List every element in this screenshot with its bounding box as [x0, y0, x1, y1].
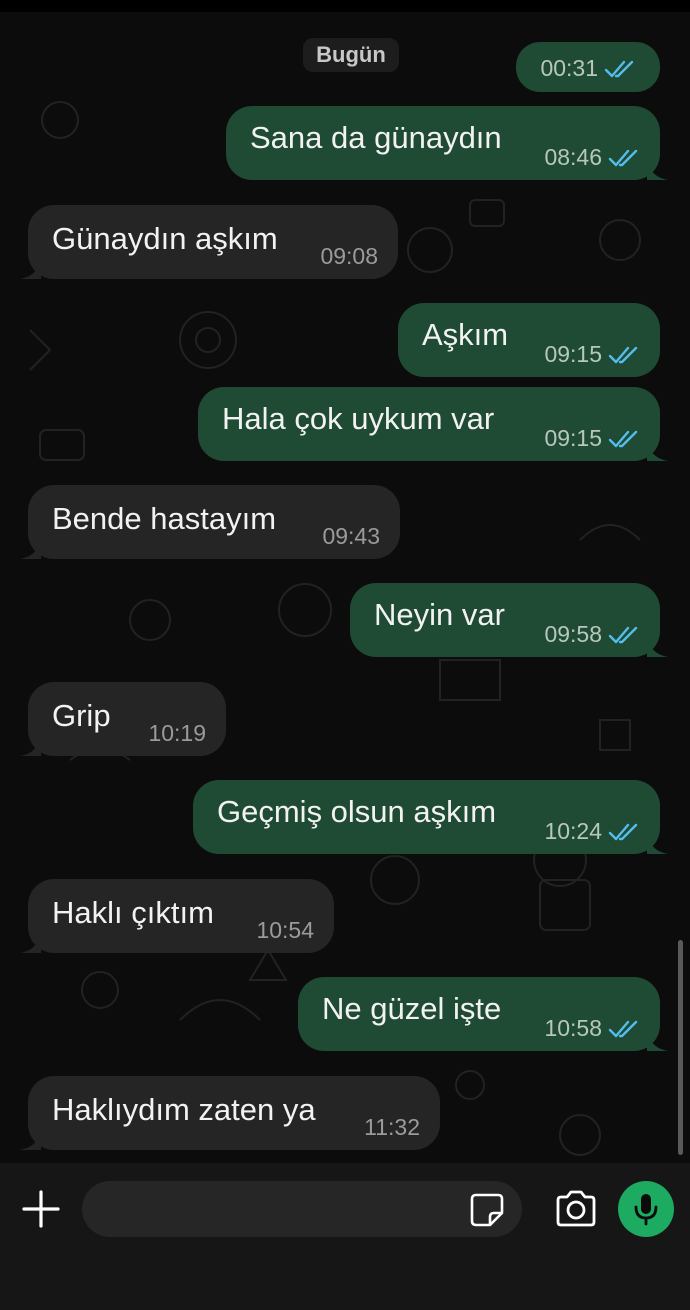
- double-check-read-icon: [604, 60, 634, 77]
- double-check-read-icon: [608, 430, 638, 447]
- message-text: Hala çok uykum var: [222, 401, 495, 436]
- double-check-read-icon: [608, 346, 638, 363]
- message-text: Neyin var: [374, 597, 505, 632]
- microphone-icon: [634, 1194, 658, 1226]
- message-bubble-incoming[interactable]: Bende hastayım 09:43: [19, 485, 400, 559]
- double-check-read-icon: [608, 823, 638, 840]
- message-bubble-incoming[interactable]: Haklı çıktım 10:54: [19, 879, 334, 953]
- message-meta: 09:15: [544, 341, 640, 368]
- bubble-tail: [647, 1031, 669, 1051]
- message-time: 09:08: [320, 243, 378, 269]
- message-meta: 09:15: [544, 425, 640, 452]
- message-time: 11:32: [364, 1114, 420, 1140]
- bubble-tail: [19, 539, 41, 559]
- message-bubble-outgoing[interactable]: Hala çok uykum var 09:15: [198, 387, 669, 461]
- message-text: Ne güzel işte: [322, 991, 502, 1026]
- message-bubble-outgoing[interactable]: 00:31: [516, 42, 660, 92]
- message-meta: 10:58: [544, 1015, 640, 1042]
- message-text: Bende hastayım: [52, 501, 277, 536]
- message-time: 10:19: [148, 720, 206, 746]
- message-time: 10:54: [256, 917, 314, 943]
- bubble-tail: [19, 933, 41, 953]
- message-text: Aşkım: [422, 317, 509, 352]
- message-text: Haklı çıktım: [52, 895, 214, 930]
- message-time: 09:15: [544, 425, 602, 451]
- message-time: 09:15: [544, 341, 602, 367]
- chat-scrollbar[interactable]: [678, 940, 683, 1155]
- message-time: 08:46: [544, 144, 602, 170]
- voice-message-button[interactable]: [618, 1181, 674, 1237]
- bubble-tail: [647, 637, 669, 657]
- message-text: Haklıydım zaten ya: [52, 1092, 316, 1127]
- message-meta: 00:31: [540, 55, 636, 82]
- double-check-read-icon: [608, 626, 638, 643]
- date-separator: Bugün: [303, 38, 399, 72]
- message-meta: 09:08: [320, 243, 378, 270]
- bubble-tail: [647, 834, 669, 854]
- message-time: 09:58: [544, 621, 602, 647]
- message-bubble-outgoing[interactable]: Geçmiş olsun aşkım 10:24: [193, 780, 669, 854]
- message-meta: 11:32: [364, 1114, 420, 1141]
- double-check-read-icon: [608, 149, 638, 166]
- message-bubble-outgoing[interactable]: Sana da günaydın 08:46: [226, 106, 669, 180]
- message-bubble-incoming[interactable]: Haklıydım zaten ya 11:32: [19, 1076, 440, 1150]
- message-text: Günaydın aşkım: [52, 221, 278, 256]
- plus-icon[interactable]: [20, 1188, 62, 1230]
- bubble-tail: [647, 160, 669, 180]
- bubble-tail: [647, 441, 669, 461]
- bubble-tail: [19, 1130, 41, 1150]
- message-time: 09:43: [322, 523, 380, 549]
- double-check-read-icon: [608, 1020, 638, 1037]
- sticker-icon[interactable]: [468, 1191, 506, 1229]
- message-composer: [0, 1163, 690, 1310]
- bubble-tail: [19, 259, 41, 279]
- message-input[interactable]: [82, 1181, 522, 1237]
- message-text: Geçmiş olsun aşkım: [217, 794, 497, 829]
- message-bubble-outgoing[interactable]: Aşkım 09:15: [398, 303, 660, 377]
- message-time: 00:31: [540, 55, 598, 81]
- message-bubble-outgoing[interactable]: Neyin var 09:58: [350, 583, 669, 657]
- message-time: 10:24: [544, 818, 602, 844]
- message-bubble-incoming[interactable]: Günaydın aşkım 09:08: [19, 205, 398, 279]
- message-bubble-incoming[interactable]: Grip 10:19: [19, 682, 226, 756]
- message-text: Sana da günaydın: [250, 120, 502, 155]
- message-meta: 09:43: [322, 523, 380, 550]
- message-meta: 08:46: [544, 144, 640, 171]
- message-meta: 10:19: [148, 720, 206, 747]
- camera-icon[interactable]: [553, 1188, 599, 1230]
- message-bubble-outgoing[interactable]: Ne güzel işte 10:58: [298, 977, 669, 1051]
- message-meta: 09:58: [544, 621, 640, 648]
- message-time: 10:58: [544, 1015, 602, 1041]
- message-text: Grip: [52, 698, 111, 733]
- bubble-tail: [19, 736, 41, 756]
- message-meta: 10:24: [544, 818, 640, 845]
- message-meta: 10:54: [256, 917, 314, 944]
- status-bar-strip: [0, 0, 690, 12]
